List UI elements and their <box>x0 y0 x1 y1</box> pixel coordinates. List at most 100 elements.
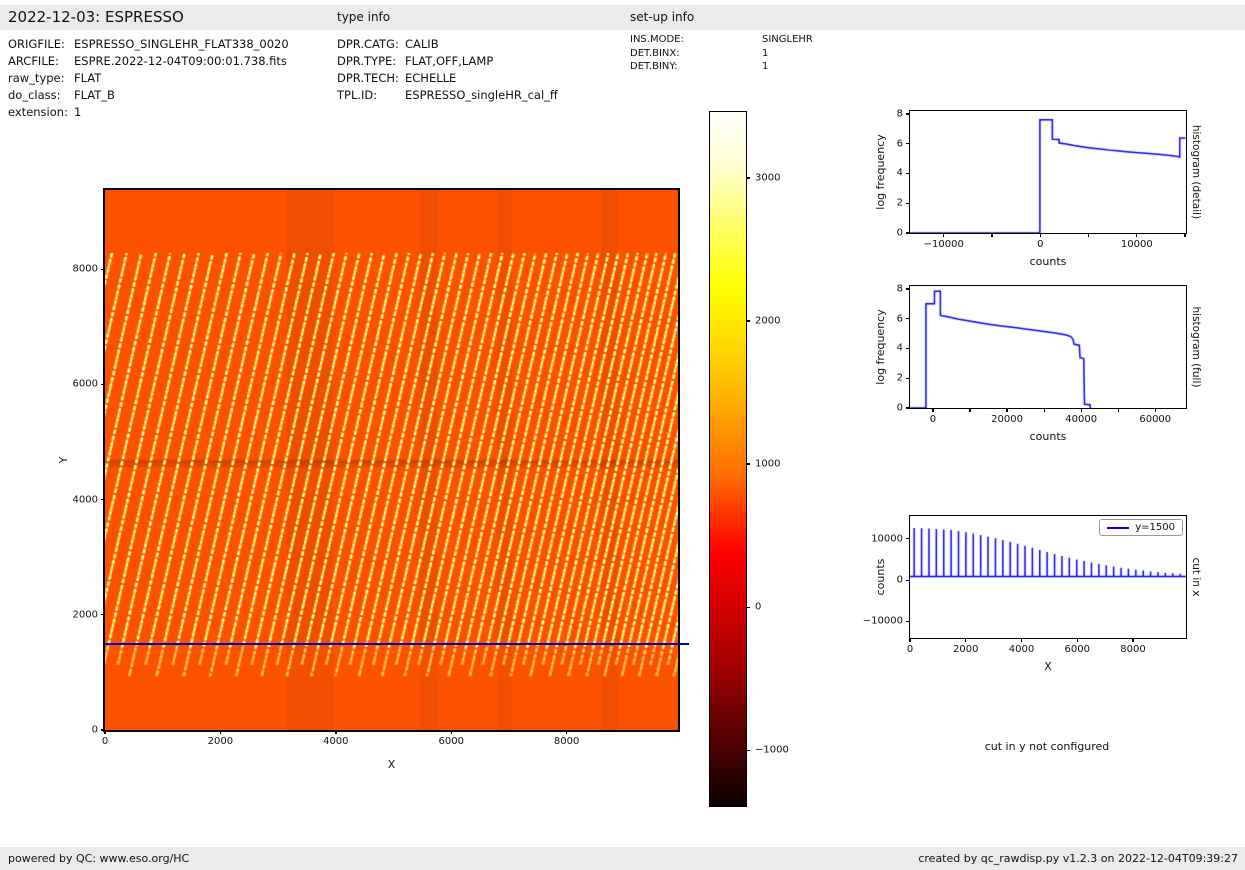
y-tick-label: 0 <box>896 574 903 586</box>
x-tick <box>1020 638 1023 642</box>
tpl-id-value: ESPRESSO_singleHR_cal_ff <box>405 88 558 102</box>
y-tick-label: 2 <box>896 197 903 209</box>
x-tick-label: 4000 <box>323 736 349 747</box>
legend: y=1500 <box>1099 519 1183 536</box>
y-tick <box>906 202 910 204</box>
x-tick-label: 2000 <box>953 644 979 655</box>
extension-value: 1 <box>74 105 82 119</box>
x-minor-tick <box>1087 233 1090 237</box>
x-tick <box>219 730 222 734</box>
det-binx-value: 1 <box>762 47 769 59</box>
x-tick-label: 8000 <box>1120 644 1146 655</box>
dpr-type-label: DPR.TYPE: <box>337 54 397 68</box>
x-tick-label: 10000 <box>1120 239 1153 250</box>
origfile-label: ORIGFILE: <box>8 37 65 51</box>
footer-created-by: created by qc_rawdisp.py v1.2.3 on 2022-… <box>918 852 1238 865</box>
ins-mode-label: INS.MODE: <box>630 34 684 45</box>
y-tick-label: 0 <box>91 724 98 736</box>
footer-powered-by: powered by QC: www.eso.org/HC <box>8 852 190 865</box>
det-binx-label: DET.BINX: <box>630 47 680 59</box>
y-tick <box>906 143 910 145</box>
x-tick-label: 2000 <box>207 736 234 747</box>
y-tick <box>101 729 105 731</box>
colorbar-tick <box>746 606 750 608</box>
x-tick <box>1076 638 1078 642</box>
x-tick-label: 40000 <box>1065 414 1098 425</box>
arcfile-value: ESPRE.2022-12-04T09:00:01.738.fits <box>74 54 287 68</box>
cut-in-y-message: cut in y not configured <box>984 740 1110 753</box>
y-tick-label: −10000 <box>862 615 903 627</box>
extension-label: extension: <box>8 105 68 119</box>
arcfile-label: ARCFILE: <box>8 54 59 68</box>
colorbar-tick-label: 3000 <box>755 172 781 184</box>
x-tick <box>1154 408 1156 412</box>
legend-line-sample <box>1107 526 1130 529</box>
y-tick <box>906 232 910 234</box>
colorbar-tick-label: 2000 <box>755 315 781 327</box>
x-tick-label: 20000 <box>991 414 1023 425</box>
hist-full-xaxis-label: counts <box>1029 430 1067 443</box>
x-tick-label: 0 <box>929 414 937 425</box>
origfile-value: ESPRESSO_SINGLEHR_FLAT338_0020 <box>74 37 289 51</box>
tpl-id-label: TPL.ID: <box>337 88 378 102</box>
dpr-type-value: FLAT,OFF,LAMP <box>405 54 494 68</box>
y-tick-label: 0 <box>896 402 903 414</box>
x-tick <box>1132 638 1134 642</box>
x-tick-label: 6000 <box>438 736 464 747</box>
det-biny-value: 1 <box>762 61 769 72</box>
qc-report-page: { "header": { "title": "2022-12-03: ESPR… <box>0 0 1245 870</box>
ins-mode-value: SINGLEHR <box>762 34 813 45</box>
x-minor-tick <box>969 408 971 412</box>
y-tick <box>906 318 910 320</box>
colorbar-tick-label: 1000 <box>755 458 781 470</box>
hist-full-right-label: histogram (full) <box>1190 306 1202 388</box>
colorbar-tick-label: 0 <box>755 601 762 613</box>
dpr-catg-label: DPR.CATG: <box>337 37 399 51</box>
y-tick-label: 6 <box>896 313 903 325</box>
x-tick-label: 4000 <box>1008 644 1035 655</box>
colorbar-tick-label: −1000 <box>755 744 789 756</box>
hist-detail-right-label: histogram (detail) <box>1190 124 1202 220</box>
page-title: 2022-12-03: ESPRESSO <box>8 8 184 26</box>
dpr-tech-label: DPR.TECH: <box>337 71 399 85</box>
y-tick-label: 4000 <box>72 494 98 506</box>
y-tick-label: 2 <box>896 372 903 384</box>
hist-detail-xaxis-label: counts <box>1029 255 1067 268</box>
hist-detail-yaxis-label: log frequency <box>874 134 887 210</box>
y-tick <box>906 288 910 290</box>
x-tick <box>965 638 967 642</box>
y-tick-label: 2000 <box>72 609 98 621</box>
y-tick-label: 4 <box>896 342 903 354</box>
histogram-full-canvas <box>910 286 1186 408</box>
y-tick <box>906 347 910 350</box>
y-tick-label: 6000 <box>72 378 98 390</box>
rawtype-value: FLAT <box>74 71 102 85</box>
y-tick <box>906 172 910 175</box>
header-strip: 2022-12-03: ESPRESSO type info set-up in… <box>0 5 1245 30</box>
y-tick-label: 8 <box>896 283 903 295</box>
histogram-detail-plot: counts log frequency histogram (detail) … <box>874 108 1202 268</box>
legend-label: y=1500 <box>1135 522 1175 533</box>
type-info-title: type info <box>337 10 391 24</box>
x-tick-label: 60000 <box>1139 414 1172 425</box>
cut-position-line <box>105 643 689 645</box>
x-tick <box>335 730 337 734</box>
raw-image-plot: X Y 0 2000 4000 6000 8000 0 2000 4000 6000 8000 <box>57 188 680 771</box>
x-tick <box>1039 233 1041 237</box>
y-tick-label: 8000 <box>72 263 98 275</box>
doclass-value: FLAT_B <box>74 88 115 102</box>
main-xaxis-label: X <box>387 758 396 771</box>
x-minor-tick <box>991 233 993 237</box>
footer-strip: powered by QC: www.eso.org/HC created by… <box>0 847 1245 870</box>
x-minor-tick <box>1184 233 1186 237</box>
x-tick-label: 0 <box>1037 239 1044 250</box>
x-tick <box>909 638 911 642</box>
y-tick <box>101 499 105 501</box>
x-tick <box>1006 408 1008 412</box>
main-yaxis-label: Y <box>57 456 70 464</box>
x-tick <box>943 233 945 237</box>
colorbar: 3000 2000 1000 0 −1000 <box>709 111 789 807</box>
x-tick-label: 0 <box>906 644 914 655</box>
colorbar-tick <box>746 749 750 751</box>
x-tick <box>1080 408 1082 412</box>
